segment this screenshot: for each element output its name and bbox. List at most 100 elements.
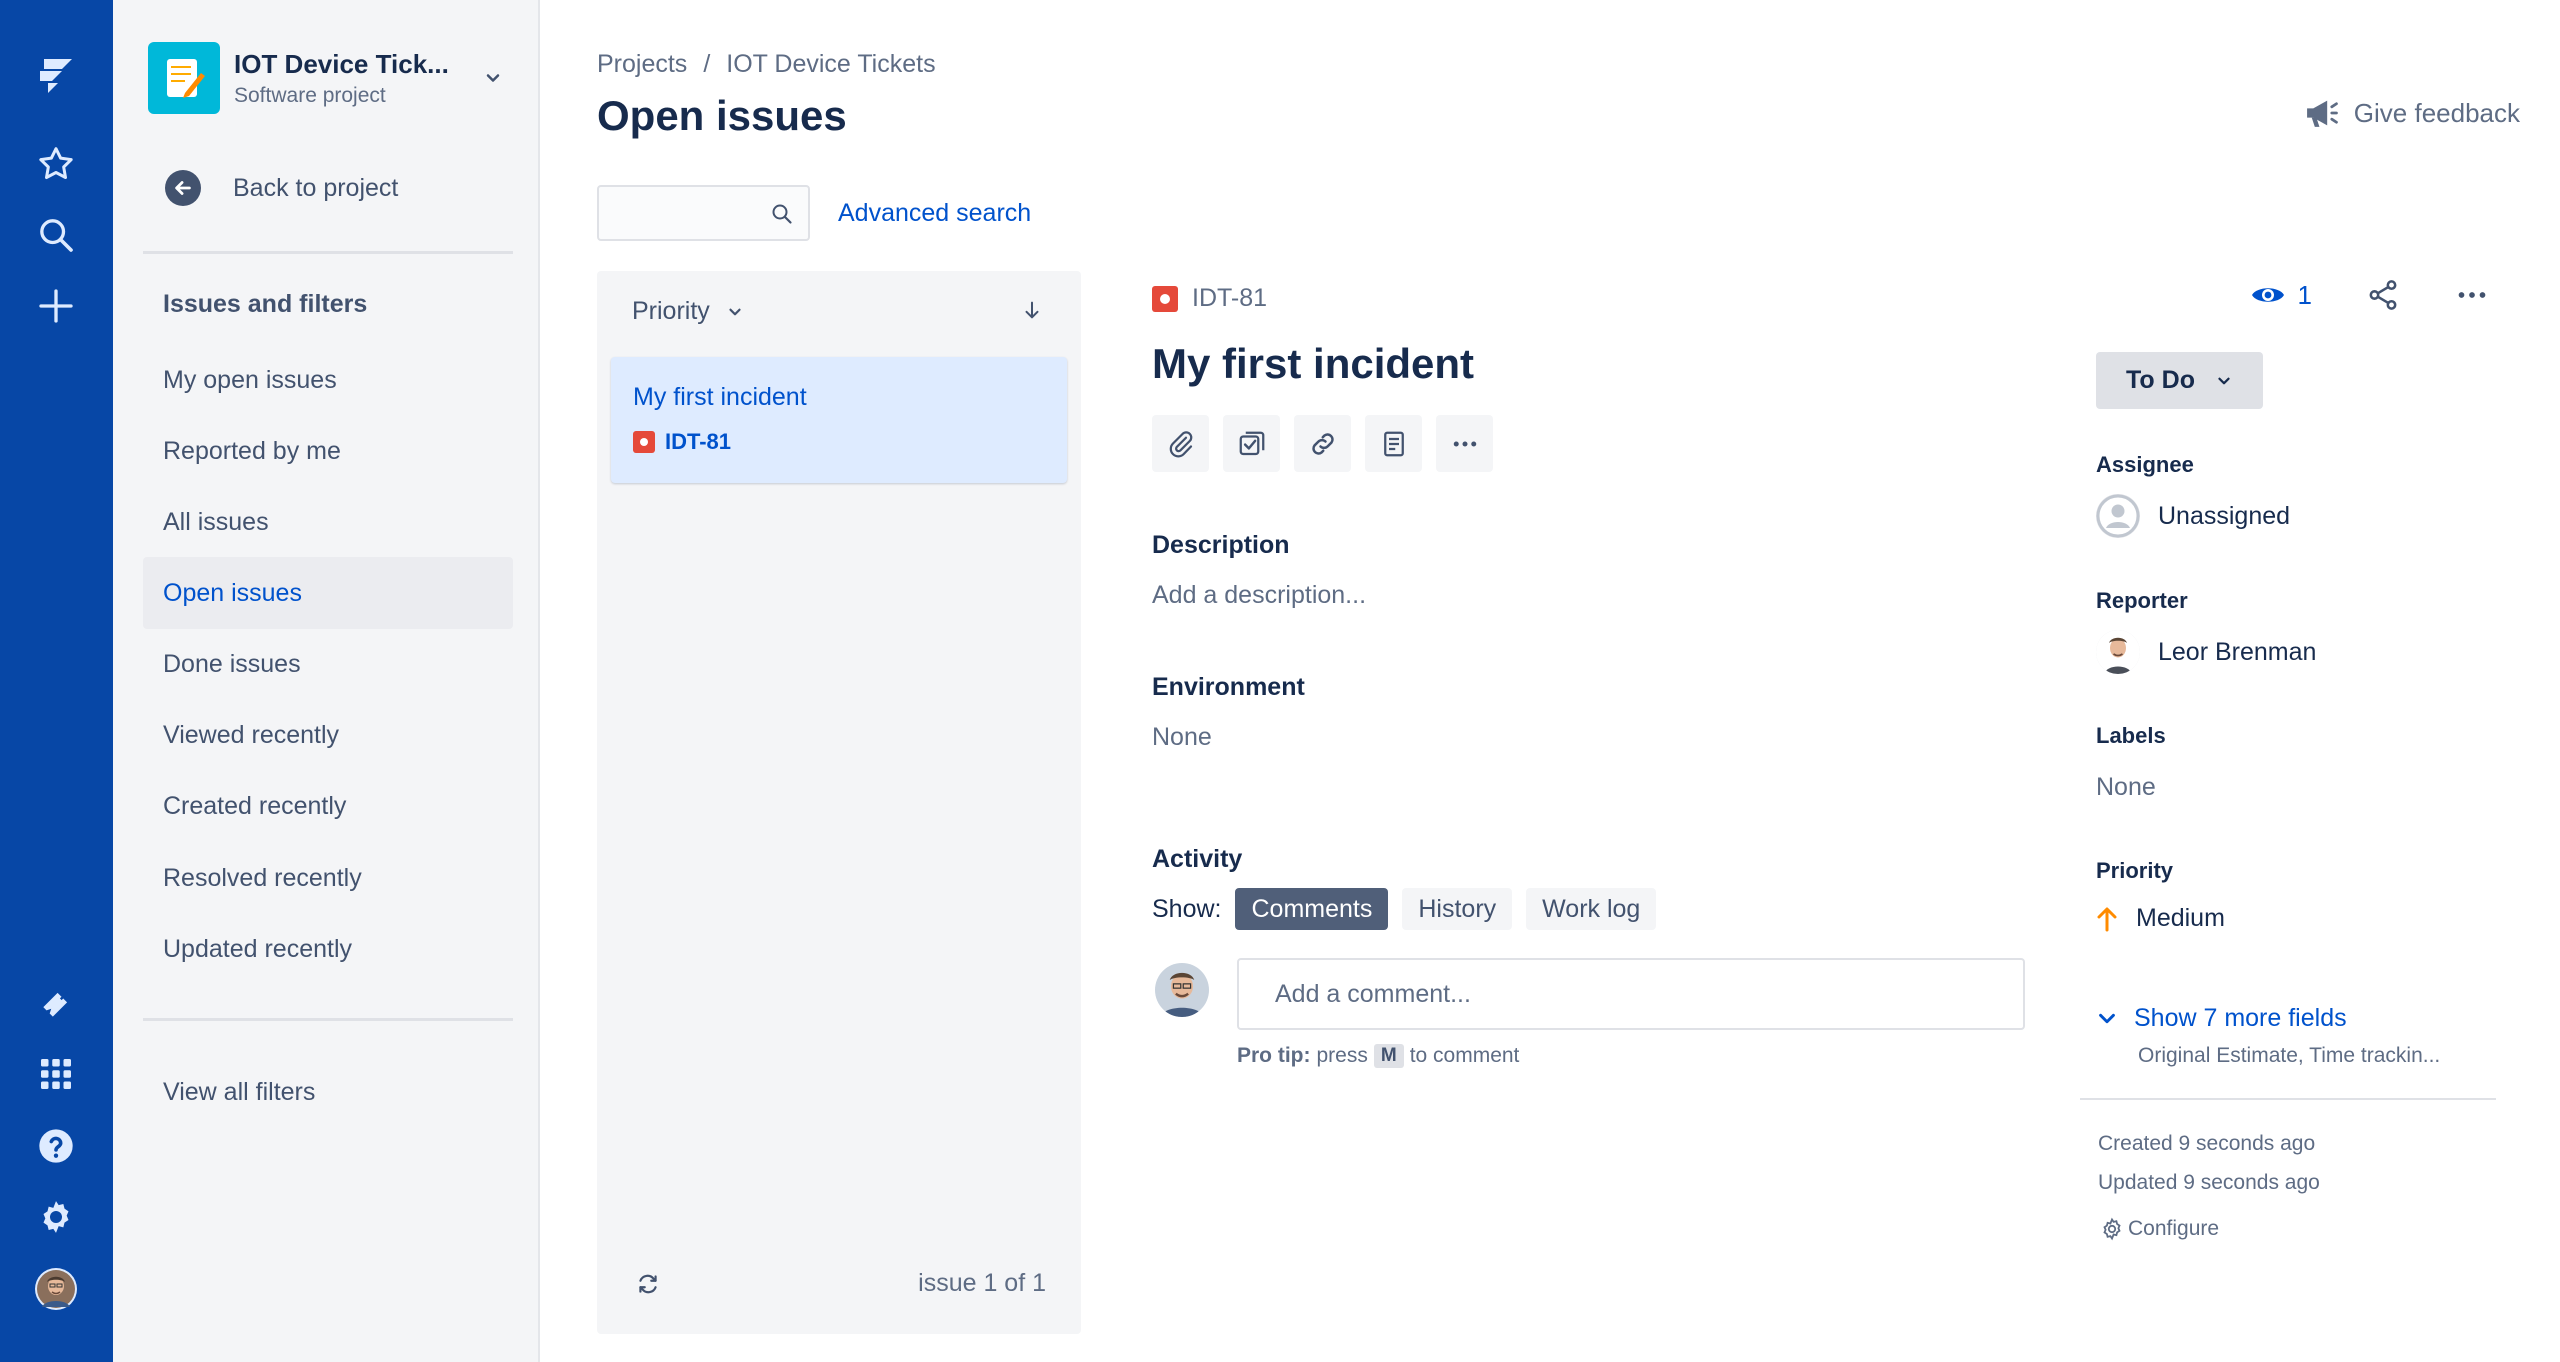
star-icon[interactable] (31, 139, 81, 189)
description-field[interactable]: Add a description... (1152, 581, 1366, 610)
sidebar-section-title: Issues and filters (163, 290, 368, 318)
jira-logo-icon[interactable] (31, 50, 81, 100)
sidebar-item-resolved-recently[interactable]: Resolved recently (143, 842, 513, 914)
sidebar-item-all-issues[interactable]: All issues (143, 486, 513, 558)
pro-tip-prefix: Pro tip: (1237, 1044, 1311, 1067)
sidebar-item-view-all-filters[interactable]: View all filters (143, 1056, 513, 1128)
list-item[interactable]: My first incident IDT-81 (611, 357, 1067, 483)
sidebar-divider (143, 251, 513, 254)
tab-work-log[interactable]: Work log (1526, 888, 1657, 930)
priority-field[interactable]: Medium (2096, 904, 2225, 933)
project-sidebar: IOT Device Tick... Software project Back… (113, 0, 540, 1362)
show-label: Show: (1152, 894, 1222, 923)
watch-button[interactable]: 1 (2250, 280, 2312, 311)
priority-label: Priority (2096, 858, 2174, 883)
issue-key-link[interactable]: IDT-81 (1152, 284, 1267, 313)
pro-tip: Pro tip: press M to comment (1237, 1044, 1519, 1068)
keyboard-shortcut-key: M (1373, 1044, 1404, 1068)
attach-button[interactable] (1152, 415, 1209, 472)
more-horizontal-icon (1453, 441, 1476, 446)
back-to-project-button[interactable]: Back to project (165, 168, 398, 208)
avatar (1155, 963, 1209, 1017)
sidebar-item-open-issues[interactable]: Open issues (143, 557, 513, 629)
activity-filter: Show: Comments History Work log (1152, 888, 1657, 930)
app-switcher-icon[interactable] (31, 1049, 81, 1099)
comment-input[interactable]: Add a comment... (1237, 958, 2025, 1030)
megaphone-icon[interactable] (31, 979, 81, 1029)
subtask-checkbox-icon (1239, 431, 1264, 455)
sidebar-item-reported-by-me[interactable]: Reported by me (143, 415, 513, 487)
labels-field[interactable]: None (2096, 773, 2156, 802)
pro-tip-press: press (1316, 1044, 1368, 1067)
bug-type-icon (1152, 285, 1178, 312)
global-nav (0, 0, 113, 1362)
help-icon[interactable] (31, 1121, 81, 1171)
project-type: Software project (234, 83, 386, 107)
unassigned-avatar-icon (2096, 494, 2140, 538)
app: IOT Device Tick... Software project Back… (0, 0, 2560, 1362)
configure-link[interactable]: Configure (2100, 1217, 2219, 1241)
issue-actions: 1 (2250, 277, 2490, 313)
search-icon[interactable] (31, 210, 81, 260)
sidebar-item-created-recently[interactable]: Created recently (143, 770, 513, 842)
breadcrumb-project[interactable]: IOT Device Tickets (726, 50, 935, 79)
create-icon[interactable] (31, 281, 81, 331)
watcher-count: 1 (2297, 279, 2312, 310)
megaphone-icon (2306, 100, 2338, 127)
list-item-key: IDT-81 (665, 429, 732, 454)
more-actions-button[interactable] (1436, 415, 1493, 472)
sidebar-item-done-issues[interactable]: Done issues (143, 628, 513, 700)
link-issue-button[interactable] (1294, 415, 1351, 472)
share-icon[interactable] (2366, 278, 2400, 312)
project-header[interactable]: IOT Device Tick... Software project (148, 40, 508, 116)
chevron-down-icon (729, 308, 741, 315)
search-icon (772, 204, 792, 224)
list-item-title: My first incident (633, 383, 807, 411)
bug-type-icon (633, 431, 655, 453)
project-avatar-icon (148, 42, 220, 114)
show-more-fields-button[interactable]: Show 7 more fields (2096, 1004, 2347, 1033)
sidebar-item-my-open-issues[interactable]: My open issues (143, 344, 513, 416)
paperclip-icon (1169, 430, 1192, 457)
sort-by-dropdown[interactable]: Priority (632, 297, 744, 326)
sidebar-item-viewed-recently[interactable]: Viewed recently (143, 699, 513, 771)
chevron-down-icon[interactable] (478, 63, 508, 93)
reporter-label: Reporter (2096, 588, 2188, 613)
assignee-label: Assignee (2096, 452, 2194, 477)
avatar (2096, 630, 2140, 674)
updated-timestamp: Updated 9 seconds ago (2098, 1171, 2320, 1194)
reporter-field[interactable]: Leor Brenman (2096, 630, 2316, 674)
refresh-icon[interactable] (635, 1271, 661, 1302)
assignee-field[interactable]: Unassigned (2096, 494, 2290, 538)
description-label: Description (1152, 531, 1290, 559)
add-page-button[interactable] (1365, 415, 1422, 472)
back-to-project-label: Back to project (233, 173, 399, 202)
issue-key: IDT-81 (1192, 284, 1268, 312)
sort-by-label: Priority (632, 297, 710, 325)
page-title: Open issues (597, 92, 847, 139)
breadcrumb-separator: / (703, 50, 711, 78)
reporter-value: Leor Brenman (2158, 637, 2317, 666)
advanced-search-link[interactable]: Advanced search (838, 199, 1031, 228)
issue-title[interactable]: My first incident (1152, 340, 1474, 388)
status-dropdown[interactable]: To Do (2096, 352, 2263, 409)
settings-gear-icon[interactable] (31, 1192, 81, 1242)
breadcrumb-projects[interactable]: Projects (597, 50, 687, 79)
chevron-down-icon (2218, 377, 2230, 384)
sort-direction-arrow-down-icon[interactable] (1021, 299, 1043, 326)
create-subtask-button[interactable] (1223, 415, 1280, 472)
sidebar-item-updated-recently[interactable]: Updated recently (143, 913, 513, 985)
environment-field[interactable]: None (1152, 723, 1212, 752)
show-more-fields-label: Show 7 more fields (2134, 1004, 2347, 1032)
priority-value: Medium (2136, 904, 2225, 932)
tab-history[interactable]: History (1402, 888, 1513, 930)
status-label: To Do (2126, 366, 2195, 394)
search-input[interactable] (597, 185, 810, 241)
give-feedback-button[interactable]: Give feedback (2302, 96, 2520, 130)
tab-comments[interactable]: Comments (1235, 888, 1389, 930)
page-icon (1383, 431, 1404, 456)
more-horizontal-icon[interactable] (2454, 277, 2490, 313)
list-item-key-row: IDT-81 (633, 429, 731, 455)
profile-avatar[interactable] (31, 1264, 81, 1314)
configure-label: Configure (2128, 1217, 2220, 1240)
